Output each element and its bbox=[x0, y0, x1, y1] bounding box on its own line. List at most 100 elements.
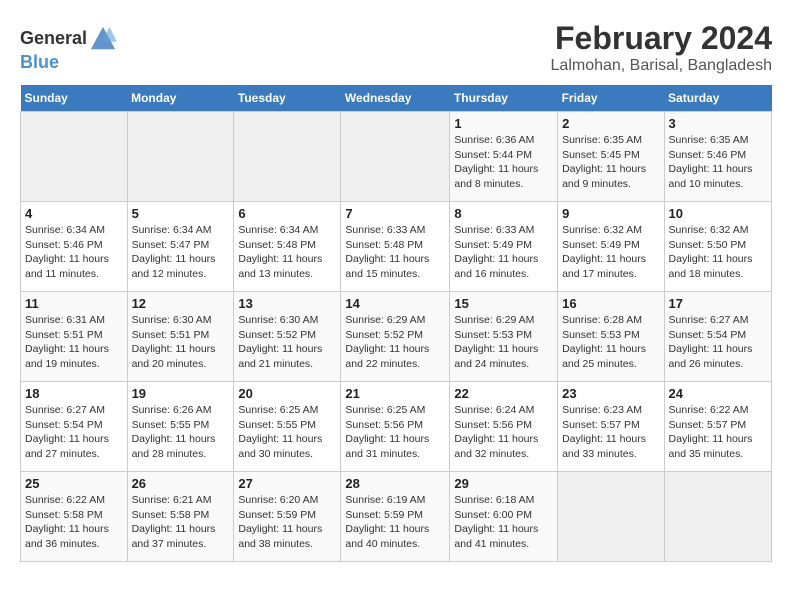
day-number: 22 bbox=[454, 386, 553, 401]
day-number: 16 bbox=[562, 296, 659, 311]
day-number: 24 bbox=[669, 386, 767, 401]
day-info: Sunrise: 6:22 AMSunset: 5:58 PMDaylight:… bbox=[25, 493, 123, 552]
day-of-week-header: Wednesday bbox=[341, 85, 450, 112]
day-info: Sunrise: 6:34 AMSunset: 5:48 PMDaylight:… bbox=[238, 223, 336, 282]
day-number: 2 bbox=[562, 116, 659, 131]
day-info: Sunrise: 6:34 AMSunset: 5:46 PMDaylight:… bbox=[25, 223, 123, 282]
month-year: February 2024 bbox=[551, 20, 772, 57]
day-number: 25 bbox=[25, 476, 123, 491]
day-number: 6 bbox=[238, 206, 336, 221]
location: Lalmohan, Barisal, Bangladesh bbox=[551, 57, 772, 75]
day-info: Sunrise: 6:25 AMSunset: 5:56 PMDaylight:… bbox=[345, 403, 445, 462]
day-info: Sunrise: 6:30 AMSunset: 5:51 PMDaylight:… bbox=[132, 313, 230, 372]
day-number: 7 bbox=[345, 206, 445, 221]
day-number: 8 bbox=[454, 206, 553, 221]
calendar-cell: 27Sunrise: 6:20 AMSunset: 5:59 PMDayligh… bbox=[234, 472, 341, 562]
calendar-cell: 4 Sunrise: 6:34 AMSunset: 5:46 PMDaylight… bbox=[21, 202, 128, 292]
day-info: Sunrise: 6:30 AMSunset: 5:52 PMDaylight:… bbox=[238, 313, 336, 372]
day-number: 17 bbox=[669, 296, 767, 311]
calendar-cell: 21 Sunrise: 6:25 AMSunset: 5:56 PMDayligh… bbox=[341, 382, 450, 472]
day-number: 13 bbox=[238, 296, 336, 311]
day-info: Sunrise: 6:19 AMSunset: 5:59 PMDaylight:… bbox=[345, 493, 445, 552]
day-number: 18 bbox=[25, 386, 123, 401]
day-number: 21 bbox=[345, 386, 445, 401]
calendar-cell: 18 Sunrise: 6:27 AMSunset: 5:54 PMDayligh… bbox=[21, 382, 128, 472]
day-of-week-header: Thursday bbox=[450, 85, 558, 112]
day-info: Sunrise: 6:21 AMSunset: 5:58 PMDaylight:… bbox=[132, 493, 230, 552]
calendar-cell: 8 Sunrise: 6:33 AMSunset: 5:49 PMDaylight… bbox=[450, 202, 558, 292]
calendar-cell: 22 Sunrise: 6:24 AMSunset: 5:56 PMDayligh… bbox=[450, 382, 558, 472]
day-of-week-header: Sunday bbox=[21, 85, 128, 112]
day-number: 23 bbox=[562, 386, 659, 401]
calendar-cell: 15 Sunrise: 6:29 AMSunset: 5:53 PMDayligh… bbox=[450, 292, 558, 382]
calendar-cell: 2 Sunrise: 6:35 AMSunset: 5:45 PMDaylight… bbox=[558, 112, 664, 202]
calendar-cell: 25 Sunrise: 6:22 AMSunset: 5:58 PMDayligh… bbox=[21, 472, 128, 562]
day-info: Sunrise: 6:33 AMSunset: 5:49 PMDaylight:… bbox=[454, 223, 553, 282]
day-of-week-header: Monday bbox=[127, 85, 234, 112]
day-number: 4 bbox=[25, 206, 123, 221]
calendar-cell: 1Sunrise: 6:36 AMSunset: 5:44 PMDaylight… bbox=[450, 112, 558, 202]
day-info: Sunrise: 6:35 AMSunset: 5:45 PMDaylight:… bbox=[562, 133, 659, 192]
day-info: Sunrise: 6:23 AMSunset: 5:57 PMDaylight:… bbox=[562, 403, 659, 462]
calendar-cell: 23 Sunrise: 6:23 AMSunset: 5:57 PMDayligh… bbox=[558, 382, 664, 472]
day-number: 20 bbox=[238, 386, 336, 401]
calendar-cell: 28 Sunrise: 6:19 AMSunset: 5:59 PMDayligh… bbox=[341, 472, 450, 562]
day-info: Sunrise: 6:24 AMSunset: 5:56 PMDaylight:… bbox=[454, 403, 553, 462]
logo-icon bbox=[89, 25, 117, 53]
day-number: 11 bbox=[25, 296, 123, 311]
calendar-cell: 29Sunrise: 6:18 AMSunset: 6:00 PMDayligh… bbox=[450, 472, 558, 562]
calendar-cell bbox=[21, 112, 128, 202]
calendar-cell bbox=[558, 472, 664, 562]
day-number: 5 bbox=[132, 206, 230, 221]
calendar-cell bbox=[127, 112, 234, 202]
day-info: Sunrise: 6:31 AMSunset: 5:51 PMDaylight:… bbox=[25, 313, 123, 372]
logo-text-general: General bbox=[20, 29, 87, 49]
title-area: February 2024 Lalmohan, Barisal, Banglad… bbox=[551, 20, 772, 75]
calendar-cell bbox=[341, 112, 450, 202]
day-info: Sunrise: 6:34 AMSunset: 5:47 PMDaylight:… bbox=[132, 223, 230, 282]
day-number: 29 bbox=[454, 476, 553, 491]
day-number: 28 bbox=[345, 476, 445, 491]
day-of-week-header: Friday bbox=[558, 85, 664, 112]
calendar-cell: 20 Sunrise: 6:25 AMSunset: 5:55 PMDayligh… bbox=[234, 382, 341, 472]
day-number: 1 bbox=[454, 116, 553, 131]
day-number: 26 bbox=[132, 476, 230, 491]
day-number: 3 bbox=[669, 116, 767, 131]
day-of-week-header: Saturday bbox=[664, 85, 771, 112]
calendar-cell: 19Sunrise: 6:26 AMSunset: 5:55 PMDayligh… bbox=[127, 382, 234, 472]
calendar-cell: 16 Sunrise: 6:28 AMSunset: 5:53 PMDayligh… bbox=[558, 292, 664, 382]
day-info: Sunrise: 6:27 AMSunset: 5:54 PMDaylight:… bbox=[669, 313, 767, 372]
calendar-cell: 17 Sunrise: 6:27 AMSunset: 5:54 PMDayligh… bbox=[664, 292, 771, 382]
calendar-cell: 14 Sunrise: 6:29 AMSunset: 5:52 PMDayligh… bbox=[341, 292, 450, 382]
day-info: Sunrise: 6:35 AMSunset: 5:46 PMDaylight:… bbox=[669, 133, 767, 192]
calendar-cell: 3 Sunrise: 6:35 AMSunset: 5:46 PMDaylight… bbox=[664, 112, 771, 202]
calendar-cell: 5 Sunrise: 6:34 AMSunset: 5:47 PMDaylight… bbox=[127, 202, 234, 292]
day-number: 12 bbox=[132, 296, 230, 311]
day-info: Sunrise: 6:32 AMSunset: 5:49 PMDaylight:… bbox=[562, 223, 659, 282]
day-info: Sunrise: 6:28 AMSunset: 5:53 PMDaylight:… bbox=[562, 313, 659, 372]
day-info: Sunrise: 6:32 AMSunset: 5:50 PMDaylight:… bbox=[669, 223, 767, 282]
day-number: 15 bbox=[454, 296, 553, 311]
calendar-cell bbox=[664, 472, 771, 562]
calendar-cell: 9 Sunrise: 6:32 AMSunset: 5:49 PMDaylight… bbox=[558, 202, 664, 292]
day-info: Sunrise: 6:29 AMSunset: 5:53 PMDaylight:… bbox=[454, 313, 553, 372]
calendar-cell: 6 Sunrise: 6:34 AMSunset: 5:48 PMDaylight… bbox=[234, 202, 341, 292]
day-info: Sunrise: 6:33 AMSunset: 5:48 PMDaylight:… bbox=[345, 223, 445, 282]
day-info: Sunrise: 6:25 AMSunset: 5:55 PMDaylight:… bbox=[238, 403, 336, 462]
calendar-cell: 7 Sunrise: 6:33 AMSunset: 5:48 PMDaylight… bbox=[341, 202, 450, 292]
day-info: Sunrise: 6:22 AMSunset: 5:57 PMDaylight:… bbox=[669, 403, 767, 462]
header: General Blue February 2024 Lalmohan, Bar… bbox=[20, 20, 772, 75]
day-info: Sunrise: 6:29 AMSunset: 5:52 PMDaylight:… bbox=[345, 313, 445, 372]
calendar-cell: 26 Sunrise: 6:21 AMSunset: 5:58 PMDayligh… bbox=[127, 472, 234, 562]
calendar-cell: 10Sunrise: 6:32 AMSunset: 5:50 PMDayligh… bbox=[664, 202, 771, 292]
day-number: 9 bbox=[562, 206, 659, 221]
day-number: 27 bbox=[238, 476, 336, 491]
day-number: 19 bbox=[132, 386, 230, 401]
calendar-cell: 12 Sunrise: 6:30 AMSunset: 5:51 PMDayligh… bbox=[127, 292, 234, 382]
calendar-table: SundayMondayTuesdayWednesdayThursdayFrid… bbox=[20, 85, 772, 562]
calendar-cell bbox=[234, 112, 341, 202]
day-number: 14 bbox=[345, 296, 445, 311]
day-info: Sunrise: 6:27 AMSunset: 5:54 PMDaylight:… bbox=[25, 403, 123, 462]
logo-text-blue: Blue bbox=[20, 52, 59, 72]
calendar-cell: 13 Sunrise: 6:30 AMSunset: 5:52 PMDayligh… bbox=[234, 292, 341, 382]
